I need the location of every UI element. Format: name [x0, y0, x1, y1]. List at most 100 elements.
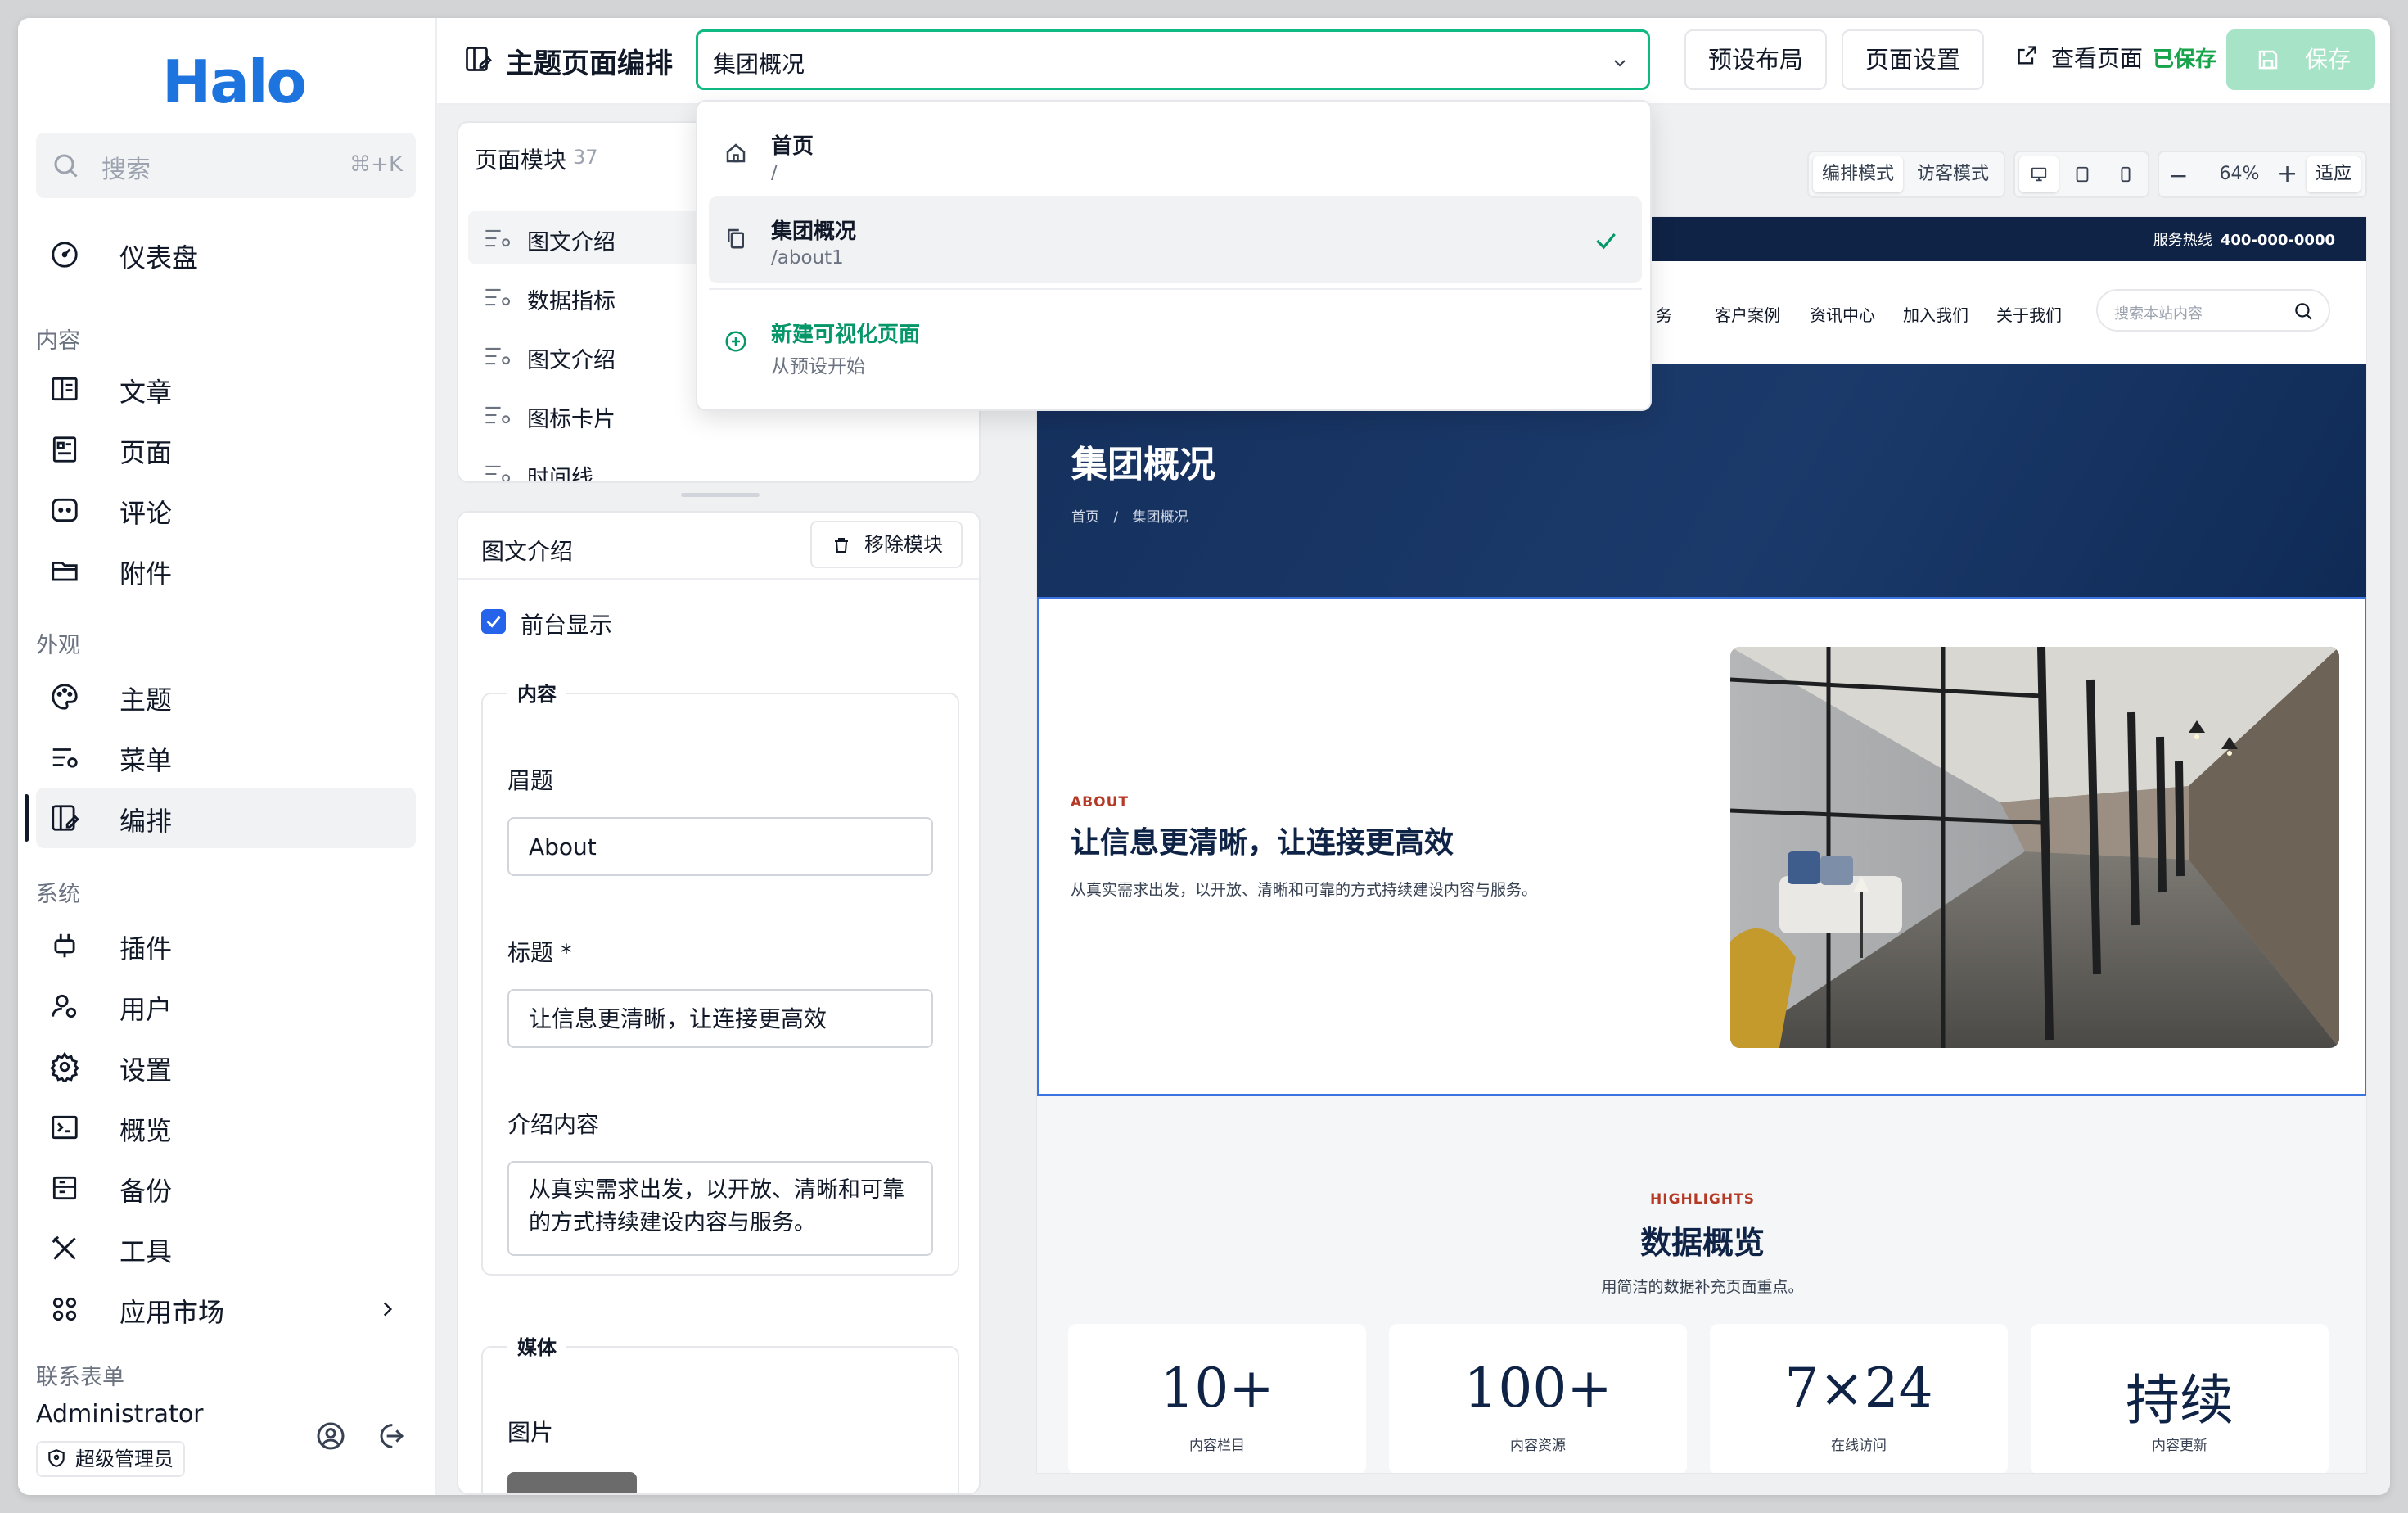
sidebar-item-label: 概览 [119, 1115, 173, 1146]
eyebrow-input[interactable]: About [507, 817, 933, 876]
preview-nav-item[interactable]: 客户案例 [1715, 302, 1780, 326]
preview-nav-item[interactable]: 关于我们 [1996, 302, 2062, 326]
dropdown-option-home[interactable]: 首页 / [709, 111, 1642, 198]
comment-icon [49, 495, 80, 526]
page-select-value: 集团概况 [713, 51, 805, 78]
sidebar-item-label: 文章 [119, 377, 173, 408]
terminal-icon [49, 1112, 80, 1143]
page-settings-button[interactable]: 页面设置 [1842, 29, 1984, 90]
module-label: 图文介绍 [527, 230, 616, 255]
about-title: 让信息更清晰，让连接更高效 [1071, 825, 1454, 860]
image-label: 图片 [507, 1419, 554, 1446]
stat-card: 持续 内容更新 [2031, 1324, 2329, 1473]
image-thumbnail[interactable] [507, 1472, 637, 1493]
chevron-right-icon [377, 1298, 398, 1320]
title-input[interactable]: 让信息更清晰，让连接更高效 [507, 989, 933, 1048]
office-corridor-image [1730, 647, 2339, 1048]
zoom-out-button[interactable]: − [2169, 165, 2188, 187]
edit-mode-tab[interactable]: 编排模式 [1813, 156, 1903, 192]
dropdown-option-about[interactable]: 集团概况 /about1 [709, 196, 1642, 283]
module-item[interactable]: 时间线 [468, 447, 969, 481]
zoom-in-button[interactable]: + [2277, 162, 2298, 187]
panel-resize-handle[interactable] [681, 493, 760, 497]
sidebar-item-backup[interactable]: 备份 [36, 1158, 416, 1218]
sidebar-item-themes[interactable]: 主题 [36, 666, 416, 727]
sidebar-item-layout[interactable]: 编排 [25, 788, 416, 848]
check-icon [1593, 228, 1619, 254]
new-visual-page-label: 新建可视化页面 [771, 323, 921, 347]
page-select[interactable]: 集团概况 [696, 29, 1650, 90]
sidebar-item-plugins[interactable]: 插件 [36, 915, 416, 976]
profile-button[interactable] [314, 1420, 347, 1452]
page-select-dropdown: 首页 / 集团概况 /about1 新建可视化页面 从预设开始 [696, 100, 1652, 411]
preview-about-module[interactable]: ABOUT 让信息更清晰，让连接更高效 从真实需求出发，以开放、清晰和可靠的方式… [1037, 597, 2366, 1096]
sidebar-item-label: 设置 [119, 1055, 173, 1086]
sidebar-item-dashboard[interactable]: 仪表盘 [36, 224, 416, 285]
sidebar-item-posts[interactable]: 文章 [36, 359, 416, 419]
search-box[interactable]: 搜索 ⌘+K [36, 133, 416, 198]
sidebar-item-label: 主题 [119, 684, 173, 716]
save-button[interactable]: 保存 [2226, 29, 2375, 90]
preview-nav-item[interactable]: 资讯中心 [1810, 302, 1875, 326]
sidebar-item-overview[interactable]: 概览 [36, 1097, 416, 1158]
media-legend: 媒体 [507, 1331, 566, 1360]
eyebrow-label: 眉题 [507, 767, 554, 794]
stat-value: 7×24 [1784, 1357, 1933, 1420]
remove-module-button[interactable]: 移除模块 [810, 521, 963, 568]
sidebar-item-settings[interactable]: 设置 [36, 1037, 416, 1097]
saved-status: 已保存 [2153, 47, 2217, 72]
title-label: 标题 * [507, 939, 572, 966]
dropdown-option-label: 首页 [771, 134, 814, 159]
folder-icon [49, 555, 80, 586]
preview-search-input[interactable]: 搜索本站内容 [2096, 289, 2330, 332]
user-gear-icon [49, 991, 80, 1022]
module-label: 图标卡片 [527, 407, 616, 432]
halo-logo[interactable]: Halo [162, 47, 307, 116]
breadcrumb: 首页 / 集团概况 [1071, 505, 1188, 526]
stat-value: 10+ [1160, 1357, 1274, 1420]
sidebar-item-pages[interactable]: 页面 [36, 419, 416, 480]
sidebar-item-tools[interactable]: 工具 [36, 1218, 416, 1279]
page-icon [49, 434, 80, 465]
sidebar-item-label: 用户 [119, 994, 173, 1025]
new-visual-page-sub: 从预设开始 [771, 356, 865, 377]
dashboard-icon [49, 239, 80, 270]
stat-card: 100+ 内容资源 [1389, 1324, 1687, 1473]
intro-textarea[interactable]: 从真实需求出发，以开放、清晰和可靠的方式持续建设内容与服务。 [507, 1161, 933, 1256]
desktop-icon[interactable] [2019, 156, 2059, 192]
preview-nav-item[interactable]: 务 [1656, 302, 1672, 326]
breadcrumb-home[interactable]: 首页 [1071, 509, 1099, 526]
sidebar-item-menus[interactable]: 菜单 [36, 727, 416, 788]
sidebar-item-label: 编排 [119, 806, 173, 837]
show-frontend-checkbox[interactable] [481, 609, 506, 634]
preset-layout-button[interactable]: 预设布局 [1684, 29, 1827, 90]
user-name: Administrator [36, 1400, 204, 1429]
stat-value: 持续 [2126, 1369, 2234, 1432]
tablet-icon[interactable] [2063, 156, 2102, 192]
breadcrumb-separator: / [1113, 509, 1119, 526]
sidebar-item-users[interactable]: 用户 [36, 976, 416, 1037]
mobile-icon[interactable] [2106, 156, 2145, 192]
hotline-label: 服务热线 [2153, 232, 2212, 249]
new-visual-page-option[interactable]: 新建可视化页面 从预设开始 [709, 300, 1642, 386]
sidebar-item-label: 工具 [119, 1236, 173, 1267]
sidebar-item-attachments[interactable]: 附件 [36, 540, 416, 601]
highlights-eyebrow: HIGHLIGHTS [1650, 1191, 1755, 1208]
highlights-title: 数据概览 [1639, 1224, 1765, 1261]
preview-search-placeholder: 搜索本站内容 [2114, 305, 2203, 323]
group-system: 系统 [36, 882, 80, 907]
sidebar-item-app-market[interactable]: 应用市场 [36, 1279, 416, 1339]
remove-module-label: 移除模块 [864, 533, 943, 556]
visitor-mode-tab[interactable]: 访客模式 [1908, 156, 1998, 192]
about-description: 从真实需求出发，以开放、清晰和可靠的方式持续建设内容与服务。 [1071, 881, 1538, 899]
sidebar-item-comments[interactable]: 评论 [36, 480, 416, 540]
sidebar-item-label: 评论 [119, 498, 173, 529]
logout-button[interactable] [373, 1420, 406, 1452]
preview-highlights-module[interactable]: HIGHLIGHTS 数据概览 用简洁的数据补充页面重点。 10+ 内容栏目 1… [1037, 1096, 2366, 1473]
preview-nav-item[interactable]: 加入我们 [1903, 302, 1968, 326]
highlights-subtitle: 用简洁的数据补充页面重点。 [1601, 1278, 1804, 1296]
zoom-fit-button[interactable]: 适应 [2307, 156, 2361, 192]
hero-title: 集团概况 [1071, 444, 1215, 486]
sidebar-item-label: 插件 [119, 933, 173, 964]
search-placeholder: 搜索 [101, 156, 151, 184]
